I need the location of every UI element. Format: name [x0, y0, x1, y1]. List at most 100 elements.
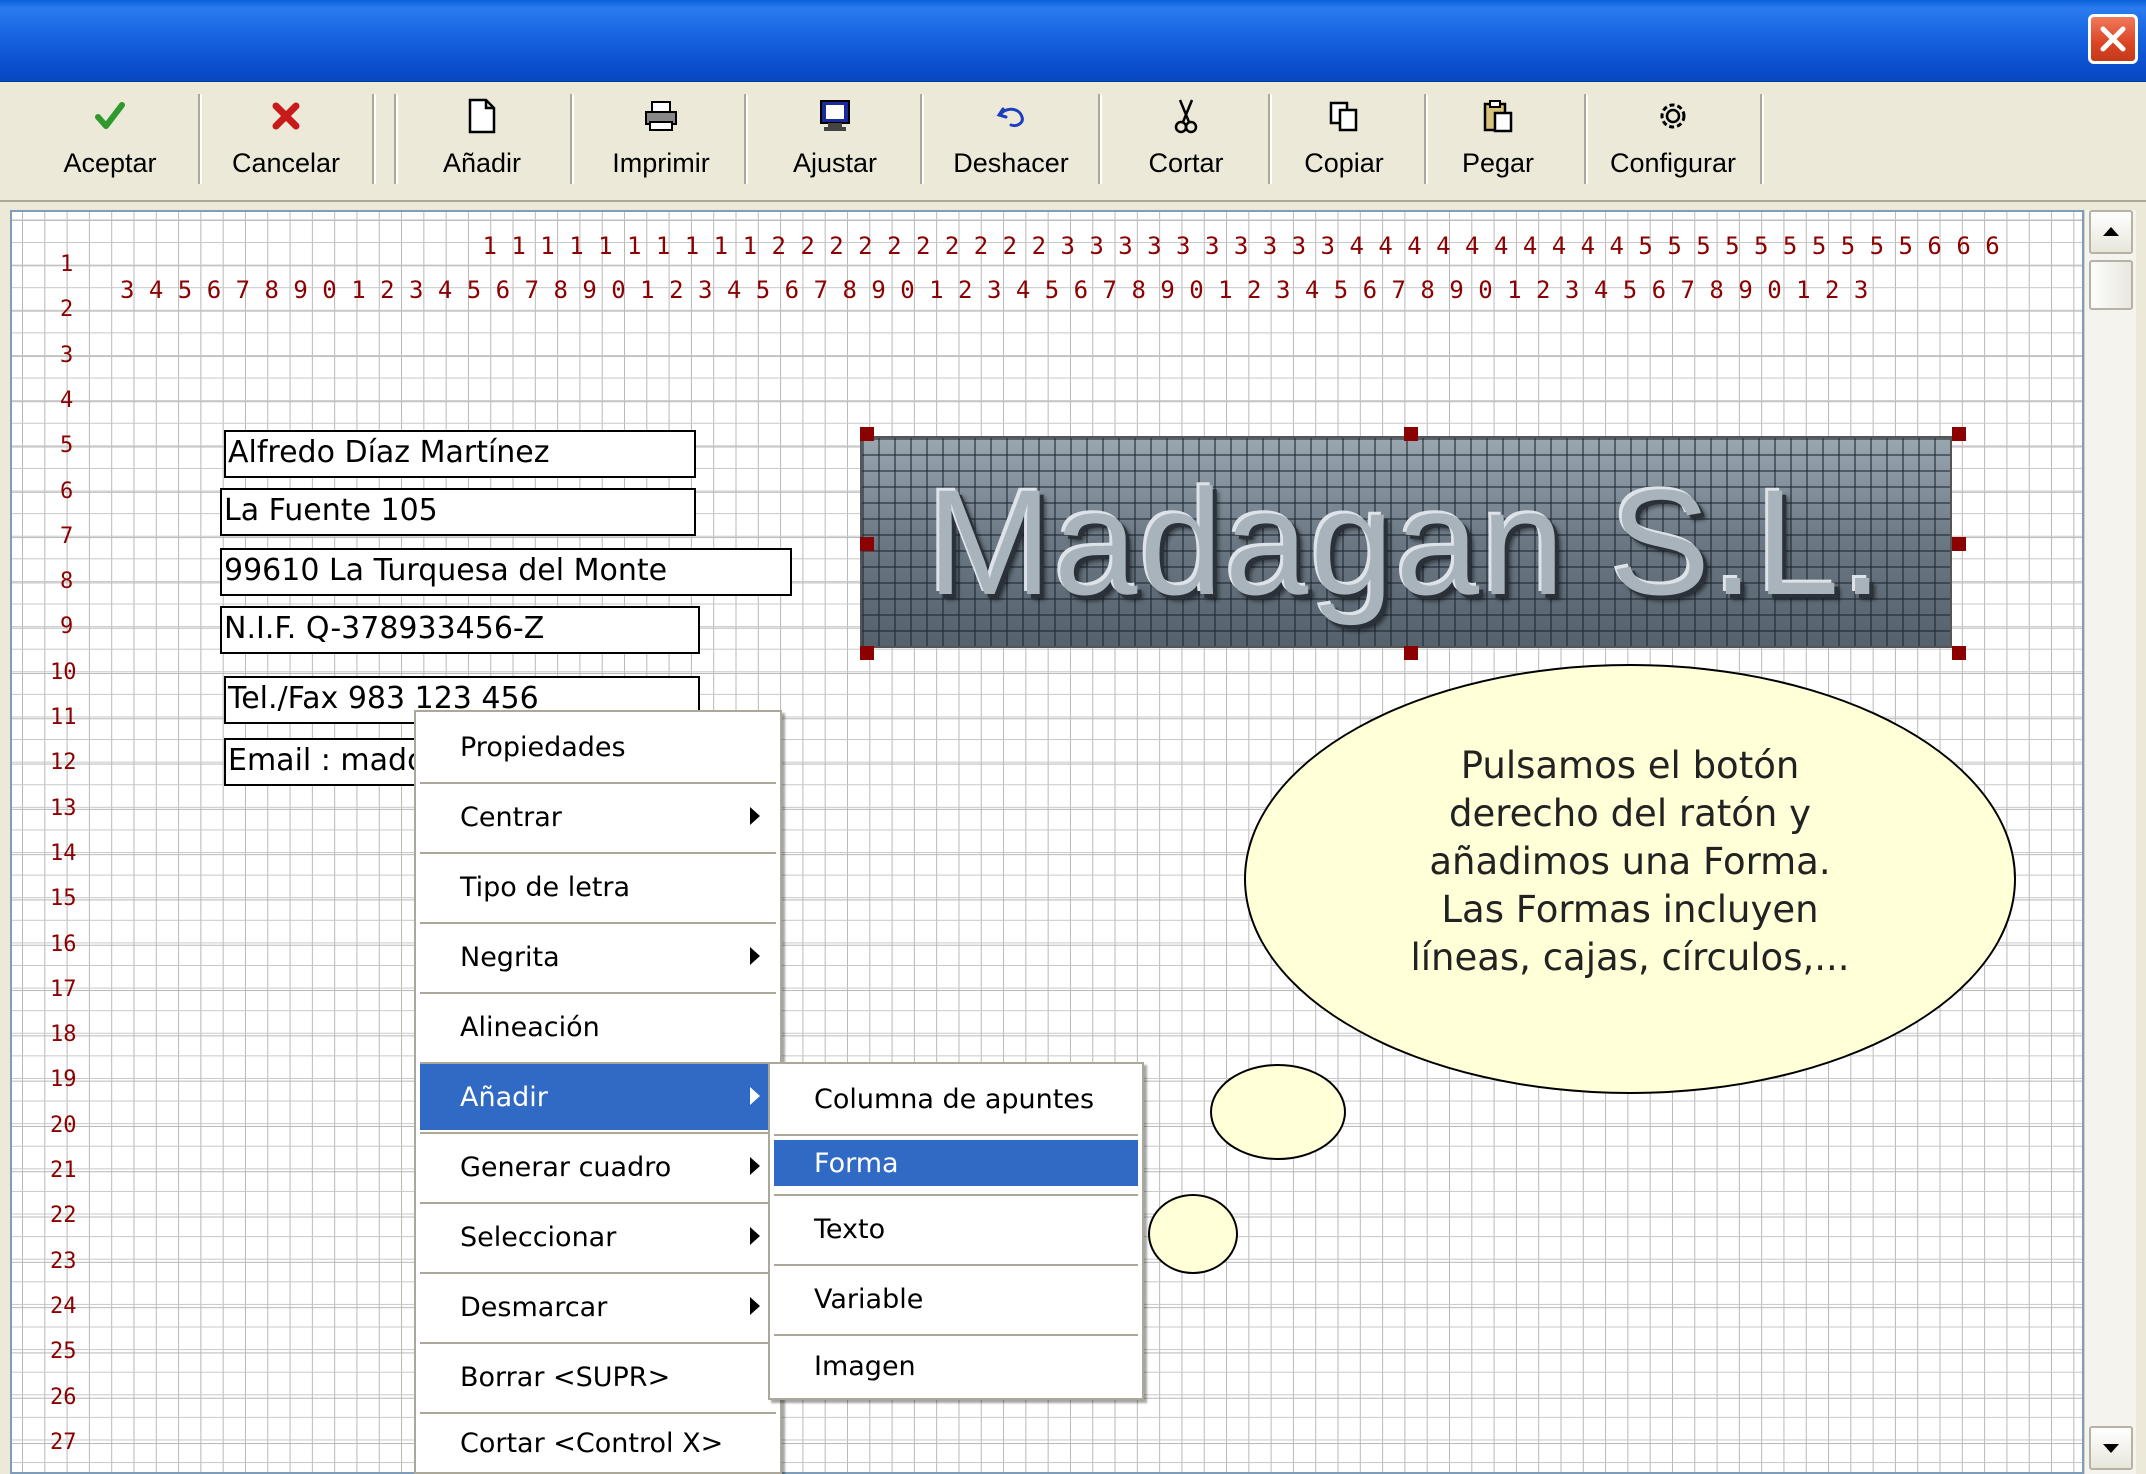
- field-nif[interactable]: N.I.F. Q-378933456-Z: [220, 606, 700, 654]
- arrow-down-icon: [2103, 1444, 2119, 1453]
- paste-icon: [1483, 100, 1513, 133]
- resize-handle[interactable]: [860, 646, 874, 660]
- ajustar-button[interactable]: Ajustar: [762, 88, 908, 196]
- submenu-arrow-icon: [750, 1157, 760, 1175]
- toolbar: Aceptar Cancelar Añadir Imprimir Ajustar…: [0, 82, 2146, 202]
- logo-text: Madagan S.L.: [927, 457, 1885, 626]
- menu-item-propiedades[interactable]: Propiedades: [420, 714, 776, 780]
- resize-handle[interactable]: [1952, 646, 1966, 660]
- menu-item-label: Forma: [814, 1147, 899, 1179]
- aceptar-button[interactable]: Aceptar: [40, 88, 180, 196]
- close-icon: [2100, 26, 2126, 52]
- scissors-icon: [1174, 99, 1198, 134]
- resize-handle[interactable]: [1952, 537, 1966, 551]
- row-number: 22: [50, 1203, 77, 1229]
- logo-image[interactable]: Madagan S.L.: [860, 436, 1952, 648]
- submenu-arrow-icon: [750, 807, 760, 825]
- menu-item-centrar[interactable]: Centrar: [420, 784, 776, 850]
- row-number: 24: [50, 1293, 77, 1319]
- menu-separator: [774, 1134, 1138, 1136]
- toolbar-separator: [394, 94, 398, 184]
- resize-handle[interactable]: [860, 537, 874, 551]
- ruler-tens: 1 1 1 1 1 1 1 1 1 1 2 2 2 2 2 2 2 2 2 2 …: [338, 232, 2000, 260]
- anadir-button[interactable]: Añadir: [412, 88, 552, 196]
- resize-handle[interactable]: [1404, 427, 1418, 441]
- pegar-button[interactable]: Pegar: [1428, 88, 1568, 196]
- configurar-button[interactable]: Configurar: [1598, 88, 1748, 196]
- row-number: 27: [50, 1429, 77, 1455]
- thought-bubble-small: [1148, 1194, 1238, 1274]
- submenu-item-imagen[interactable]: Imagen: [774, 1336, 1138, 1396]
- submenu-arrow-icon: [750, 1297, 760, 1315]
- resize-handle[interactable]: [1952, 427, 1966, 441]
- row-number: 1: [60, 252, 74, 277]
- field-name[interactable]: Alfredo Díaz Martínez: [224, 430, 696, 478]
- copiar-button[interactable]: Copiar: [1274, 88, 1414, 196]
- cortar-button[interactable]: Cortar: [1116, 88, 1256, 196]
- toolbar-separator: [198, 94, 202, 184]
- resize-handle[interactable]: [1404, 646, 1418, 660]
- row-number: 5: [60, 433, 74, 459]
- menu-item-cortar[interactable]: Cortar <Control X>: [420, 1414, 776, 1472]
- deshacer-label: Deshacer: [953, 148, 1069, 178]
- toolbar-separator: [1098, 94, 1102, 184]
- row-number: 20: [50, 1112, 77, 1138]
- close-button[interactable]: [2088, 14, 2138, 64]
- checkmark-icon: [95, 102, 125, 129]
- imprimir-button[interactable]: Imprimir: [588, 88, 734, 196]
- toolbar-separator: [372, 94, 376, 184]
- row-number: 21: [50, 1158, 77, 1183]
- callout-line: añadimos una Forma.: [1429, 840, 1831, 883]
- row-number: 12: [50, 750, 77, 776]
- callout-line: líneas, cajas, círculos,...: [1410, 936, 1850, 979]
- submenu-arrow-icon: [750, 947, 760, 965]
- submenu-item-variable[interactable]: Variable: [774, 1266, 1138, 1332]
- field-street[interactable]: La Fuente 105: [220, 488, 696, 536]
- menu-item-borrar[interactable]: Borrar <SUPR>: [420, 1344, 776, 1410]
- row-number: 23: [50, 1248, 77, 1274]
- row-number: 6: [60, 478, 74, 504]
- context-menu: Propiedades Centrar Tipo de letra Negrit…: [414, 710, 782, 1474]
- menu-item-negrita[interactable]: Negrita: [420, 924, 776, 990]
- row-number: 7: [60, 523, 74, 549]
- ajustar-label: Ajustar: [792, 148, 878, 178]
- undo-icon: [996, 107, 1024, 127]
- toolbar-separator: [920, 94, 924, 184]
- menu-item-label: Borrar <SUPR>: [460, 1361, 671, 1393]
- menu-item-generar-cuadro[interactable]: Generar cuadro: [420, 1134, 776, 1200]
- callout-line: derecho del ratón y: [1448, 792, 1812, 835]
- menu-item-seleccionar[interactable]: Seleccionar: [420, 1204, 776, 1270]
- submenu-item-forma[interactable]: Forma: [774, 1140, 1138, 1186]
- scrollbar-thumb[interactable]: [2089, 260, 2133, 310]
- row-number: 8: [60, 569, 74, 595]
- cancelar-label: Cancelar: [231, 148, 341, 178]
- toolbar-separator: [1584, 94, 1588, 184]
- row-number: 3: [60, 342, 74, 368]
- menu-item-anadir[interactable]: Añadir: [420, 1064, 776, 1130]
- menu-item-tipo-de-letra[interactable]: Tipo de letra: [420, 854, 776, 920]
- field-city[interactable]: 99610 La Turquesa del Monte: [220, 548, 792, 596]
- submenu-item-columna-de-apuntes[interactable]: Columna de apuntes: [774, 1066, 1138, 1132]
- gear-icon: [1660, 103, 1686, 129]
- deshacer-button[interactable]: Deshacer: [938, 88, 1084, 196]
- vertical-scrollbar[interactable]: [2084, 210, 2136, 1474]
- menu-item-label: Tipo de letra: [460, 871, 631, 903]
- callout-line: Las Formas incluyen: [1441, 888, 1819, 931]
- resize-handle[interactable]: [860, 427, 874, 441]
- ruler-units: 3 4 5 6 7 8 9 0 1 2 3 4 5 6 7 8 9 0 1 2 …: [120, 276, 1869, 304]
- menu-item-alineacion[interactable]: Alineación: [420, 994, 776, 1060]
- menu-item-label: Propiedades: [460, 731, 626, 763]
- menu-item-label: Columna de apuntes: [814, 1083, 1095, 1115]
- copy-icon: [1329, 101, 1358, 132]
- submenu-item-texto[interactable]: Texto: [774, 1196, 1138, 1262]
- menu-item-label: Texto: [814, 1213, 886, 1245]
- scroll-up-button[interactable]: [2089, 210, 2133, 254]
- menu-item-label: Alineación: [460, 1011, 600, 1043]
- callout-line: Pulsamos el botón: [1460, 744, 1800, 787]
- scroll-down-button[interactable]: [2089, 1426, 2133, 1470]
- row-number: 17: [50, 976, 77, 1002]
- menu-item-label: Imagen: [814, 1350, 916, 1382]
- row-number: 16: [50, 931, 77, 957]
- menu-item-desmarcar[interactable]: Desmarcar: [420, 1274, 776, 1340]
- cancelar-button[interactable]: Cancelar: [216, 88, 356, 196]
